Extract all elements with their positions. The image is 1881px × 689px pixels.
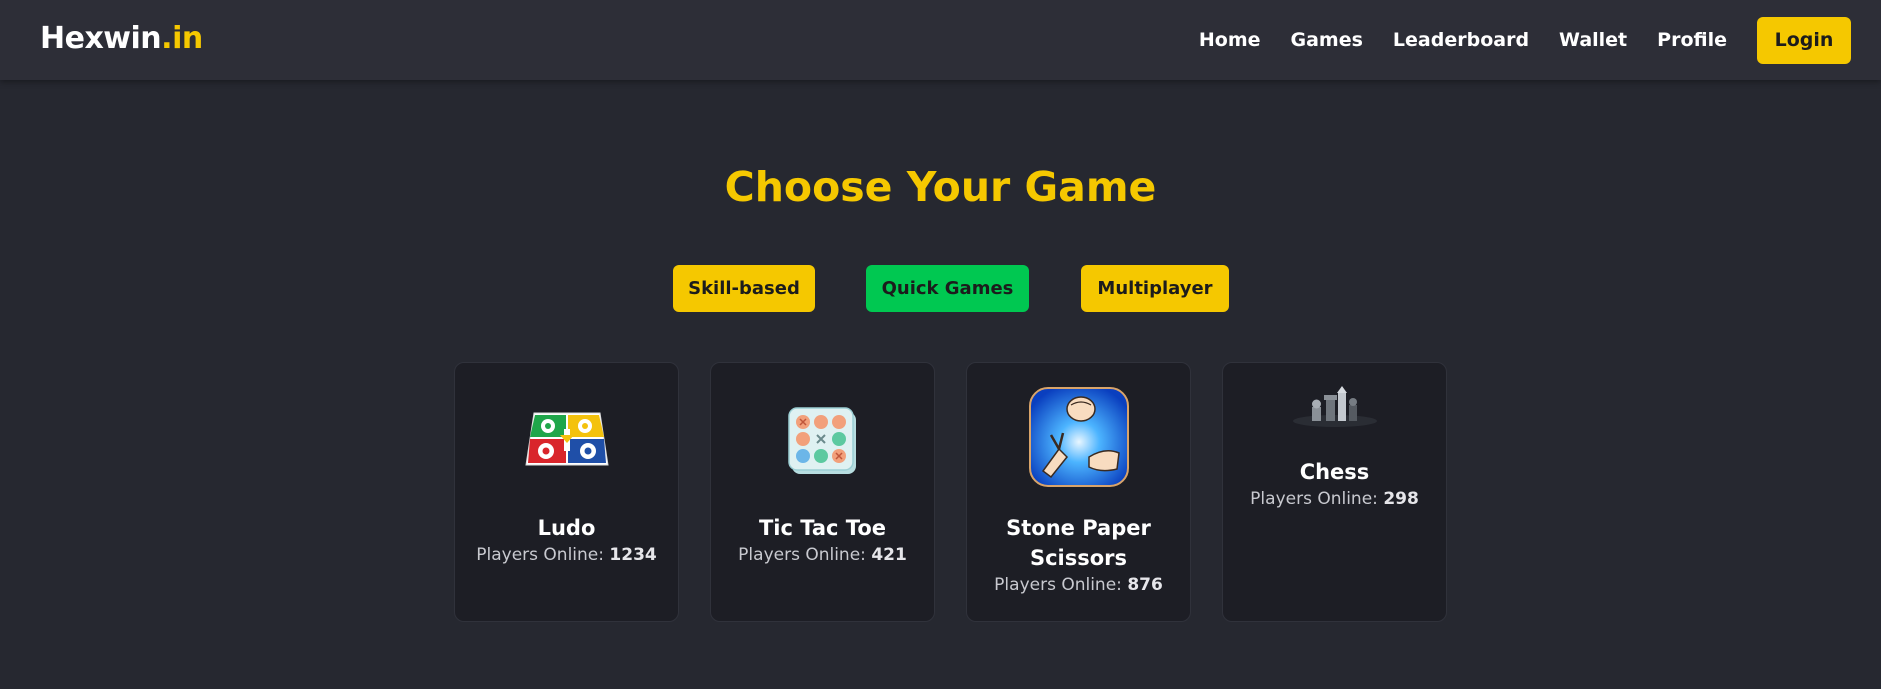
players-label: Players Online: (738, 545, 866, 565)
chess-pieces-icon (1290, 383, 1380, 429)
players-count: 298 (1383, 489, 1419, 509)
page-title: Choose Your Game (724, 163, 1157, 211)
nav-links: Home Games Leaderboard Wallet Profile Lo… (1199, 0, 1881, 80)
players-label: Players Online: (1250, 489, 1378, 509)
game-card-tic-tac-toe[interactable]: Tic Tac Toe Players Online: 421 (710, 362, 935, 622)
players-label: Players Online: (994, 575, 1122, 595)
tic-tac-toe-icon (787, 405, 859, 477)
game-card-stone-paper-scissors[interactable]: Stone Paper Scissors Players Online: 876 (966, 362, 1191, 622)
nav-link-leaderboard[interactable]: Leaderboard (1393, 29, 1529, 51)
top-navbar: Hexwin.in Home Games Leaderboard Wallet … (0, 0, 1881, 80)
filter-skill-based-button[interactable]: Skill-based (673, 265, 815, 312)
game-card-ludo[interactable]: Ludo Players Online: 1234 (454, 362, 679, 622)
ludo-board-icon (522, 409, 612, 469)
nav-link-games[interactable]: Games (1291, 29, 1363, 51)
players-label: Players Online: (476, 545, 604, 565)
nav-link-wallet[interactable]: Wallet (1559, 29, 1627, 51)
nav-link-home[interactable]: Home (1199, 29, 1261, 51)
filter-multiplayer-button[interactable]: Multiplayer (1081, 265, 1229, 312)
filter-quick-games-button[interactable]: Quick Games (866, 265, 1029, 312)
game-title-chess: Chess (1299, 460, 1370, 484)
players-online-chess: Players Online: 298 (1223, 487, 1446, 511)
brand-suffix: .in (161, 21, 203, 56)
brand-name: Hexwin (40, 21, 162, 56)
brand-logo[interactable]: Hexwin.in (40, 21, 203, 56)
players-count: 876 (1127, 575, 1163, 595)
nav-link-profile[interactable]: Profile (1657, 29, 1727, 51)
game-card-chess[interactable]: Chess Players Online: 298 (1222, 362, 1447, 622)
login-button[interactable]: Login (1757, 16, 1851, 64)
players-count: 1234 (609, 545, 657, 565)
players-online-tic-tac-toe: Players Online: 421 (711, 543, 934, 567)
rock-paper-scissors-icon (1028, 387, 1129, 487)
game-title-ludo: Ludo (537, 516, 596, 540)
players-online-stone-paper-scissors: Players Online: 876 (967, 573, 1190, 597)
players-count: 421 (871, 545, 907, 565)
game-title-tic-tac-toe: Tic Tac Toe (758, 516, 887, 540)
game-title-stone-paper-scissors: Stone Paper Scissors (1006, 516, 1151, 570)
players-online-ludo: Players Online: 1234 (455, 543, 678, 567)
